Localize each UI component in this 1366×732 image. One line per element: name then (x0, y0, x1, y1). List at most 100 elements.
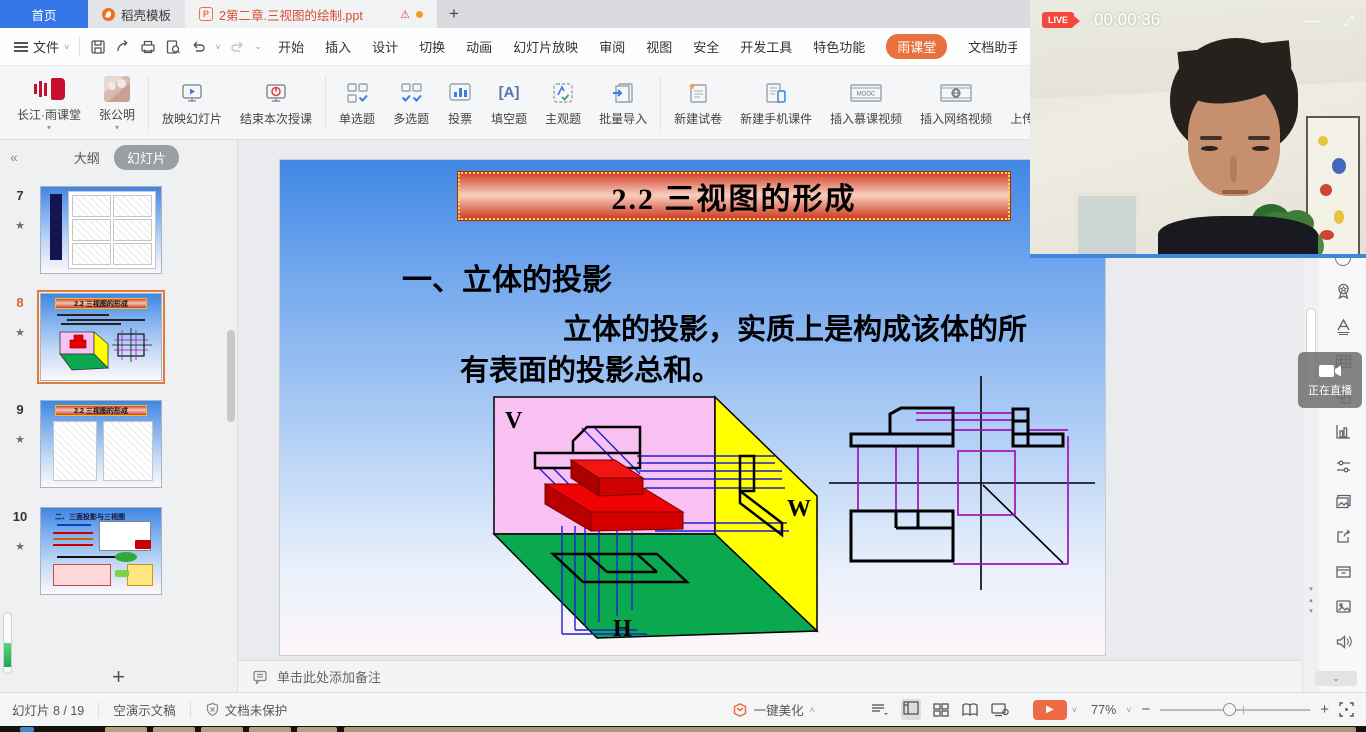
multi-choice-button[interactable]: 多选题 (384, 71, 438, 135)
expand-video-button[interactable]: ⤢ (1343, 12, 1354, 29)
zoom-out-button[interactable]: − (1141, 701, 1150, 718)
slide-title-banner[interactable]: 2.2 三视图的形成 (458, 172, 1010, 220)
tab-document[interactable]: P 2第二章.三视图的绘制.ppt ⚠ (185, 0, 437, 28)
single-choice-button[interactable]: 单选题 (330, 71, 384, 135)
normal-view-button[interactable] (901, 699, 921, 720)
menu-insert[interactable]: 插入 (325, 37, 351, 56)
projector-view-icon[interactable] (991, 703, 1009, 717)
notes-layout-icon[interactable] (871, 703, 889, 717)
properties-tool-icon[interactable] (1334, 449, 1353, 484)
tab-outline[interactable]: 大纲 (74, 148, 100, 167)
slide-nav-arrows[interactable]: ▾▴▾ (1306, 584, 1316, 617)
menu-animation[interactable]: 动画 (466, 37, 492, 56)
gallery-tool-icon[interactable] (1334, 484, 1353, 519)
slide-number: 8 (0, 295, 40, 310)
add-slide-button[interactable]: + (0, 664, 237, 690)
slide-counter: 幻灯片 8 / 19 (12, 700, 84, 719)
zoom-slider[interactable] (1160, 709, 1310, 711)
mini-slide-title: 2.2 三视图的形成 (55, 405, 147, 416)
redo-icon[interactable] (230, 39, 246, 55)
menu-start[interactable]: 开始 (278, 37, 304, 56)
slide-heading[interactable]: 一、立体的投影 (402, 255, 612, 299)
menu-slideshow[interactable]: 幻灯片放映 (513, 37, 578, 56)
thumbnail-preview: 2.2 三视图的形成 (40, 293, 162, 381)
menu-review[interactable]: 审阅 (599, 37, 625, 56)
new-exam-button[interactable]: 新建试卷 (665, 71, 731, 135)
file-menu[interactable]: 文件 ˅ (14, 37, 69, 56)
play-slideshow-button[interactable]: 放映幻灯片 (153, 71, 231, 135)
menu-transition[interactable]: 切换 (419, 37, 445, 56)
mirror (1074, 192, 1140, 258)
new-mobile-courseware-button[interactable]: 新建手机课件 (731, 71, 821, 135)
hamburger-icon (14, 42, 28, 52)
save-icon[interactable] (90, 39, 106, 55)
menu-security[interactable]: 安全 (693, 37, 719, 56)
webcam-live-video[interactable]: LIVE 00:00:36 — ⤢ (1030, 0, 1366, 258)
collapse-panel-button[interactable]: « (10, 149, 18, 165)
print-preview-icon[interactable] (165, 39, 181, 55)
play-from-current-button[interactable]: ▶ (1033, 700, 1067, 720)
protection-status[interactable]: 文档未保护 (225, 700, 288, 719)
insert-mooc-video-button[interactable]: MOOC 插入慕课视频 (821, 71, 911, 135)
chevron-up-icon: ˄ (810, 705, 815, 715)
warning-icon[interactable]: ⚠ (400, 8, 410, 21)
animation-star-icon: ★ (0, 326, 40, 339)
zoom-slider-knob[interactable] (1223, 703, 1236, 716)
new-tab-button[interactable]: + (437, 0, 471, 28)
slide-thumbnail-10[interactable]: 10 ★ 二、三面投影与三视图 (0, 507, 237, 595)
menu-doc-assistant[interactable]: 文档助手 (968, 37, 1017, 56)
resource-box-tool-icon[interactable] (1334, 554, 1353, 589)
medal-tool-icon[interactable] (1334, 274, 1353, 309)
zoom-level[interactable]: 77% (1091, 703, 1116, 717)
slide-thumbnail-8-selected[interactable]: 8 ★ 2.2 三视图的形成 (0, 293, 237, 381)
output-icon[interactable] (115, 39, 131, 55)
share-tool-icon[interactable] (1334, 519, 1353, 554)
tab-home[interactable]: 首页 (0, 0, 88, 28)
web-video-icon (938, 80, 974, 106)
plus-icon: + (449, 4, 459, 24)
menu-view[interactable]: 视图 (646, 37, 672, 56)
batch-import-button[interactable]: 批量导入 (590, 71, 656, 135)
single-choice-icon (344, 80, 370, 106)
chevron-down-icon: ˅ (64, 42, 69, 52)
play-options-icon[interactable]: ˅ (1072, 705, 1077, 715)
slide-thumbnail-9[interactable]: 9 ★ 2.2 三视图的形成 (0, 400, 237, 488)
fill-blank-button[interactable]: [A] 填空题 (482, 71, 536, 135)
insert-web-video-button[interactable]: 插入网络视频 (911, 71, 1001, 135)
user-button[interactable]: 张公明 ▾ (90, 71, 144, 135)
notes-icon (252, 669, 268, 685)
end-class-button[interactable]: 结束本次授课 (231, 71, 321, 135)
reading-view-icon[interactable] (961, 703, 979, 717)
menu-design[interactable]: 设计 (372, 37, 398, 56)
more-commands-icon[interactable]: ⌄ (255, 41, 263, 52)
slide-body-line1[interactable]: 立体的投影，实质上是构成该体的所 (563, 306, 1027, 348)
slide-body-line2[interactable]: 有表面的投影总和。 (460, 347, 721, 389)
menu-rain-classroom[interactable]: 雨课堂 (886, 34, 947, 59)
tab-slides[interactable]: 幻灯片 (114, 145, 179, 170)
picture-tool-icon[interactable] (1334, 589, 1353, 624)
audio-tool-icon[interactable] (1334, 624, 1353, 659)
vote-button[interactable]: 投票 (438, 71, 482, 135)
stream-timer: 00:00:36 (1094, 10, 1160, 30)
wordart-tool-icon[interactable] (1334, 309, 1353, 344)
canvas-scrollbar-track[interactable] (1303, 258, 1319, 692)
fit-to-window-icon[interactable] (1339, 702, 1354, 717)
beautify-button[interactable]: 一键美化 ˄ (732, 700, 815, 719)
chart-tool-icon[interactable] (1334, 414, 1353, 449)
undo-icon[interactable] (190, 39, 206, 55)
menu-devtools[interactable]: 开发工具 (740, 37, 792, 56)
slide-thumbnail-7[interactable]: 7 ★ (0, 186, 237, 274)
notes-bar[interactable]: 单击此处添加备注 (238, 660, 1302, 692)
zoom-in-button[interactable]: + (1320, 701, 1329, 718)
slide-canvas[interactable]: 2.2 三视图的形成 一、立体的投影 立体的投影，实质上是构成该体的所 有表面的… (280, 160, 1105, 655)
menu-special-features[interactable]: 特色功能 (813, 37, 865, 56)
subjective-button[interactable]: 主观题 (536, 71, 590, 135)
print-icon[interactable] (140, 39, 156, 55)
undo-dropdown-icon[interactable]: ˅ (215, 42, 220, 52)
minimize-video-button[interactable]: — (1305, 12, 1319, 29)
thumbnail-scrollbar[interactable] (227, 330, 235, 422)
brand-button[interactable]: 长江·雨课堂 ▾ (8, 71, 90, 135)
more-tools-button[interactable]: ⌄ (1315, 671, 1357, 686)
tab-docer-templates[interactable]: 稻壳模板 (88, 0, 185, 28)
slide-sorter-icon[interactable] (933, 703, 949, 717)
